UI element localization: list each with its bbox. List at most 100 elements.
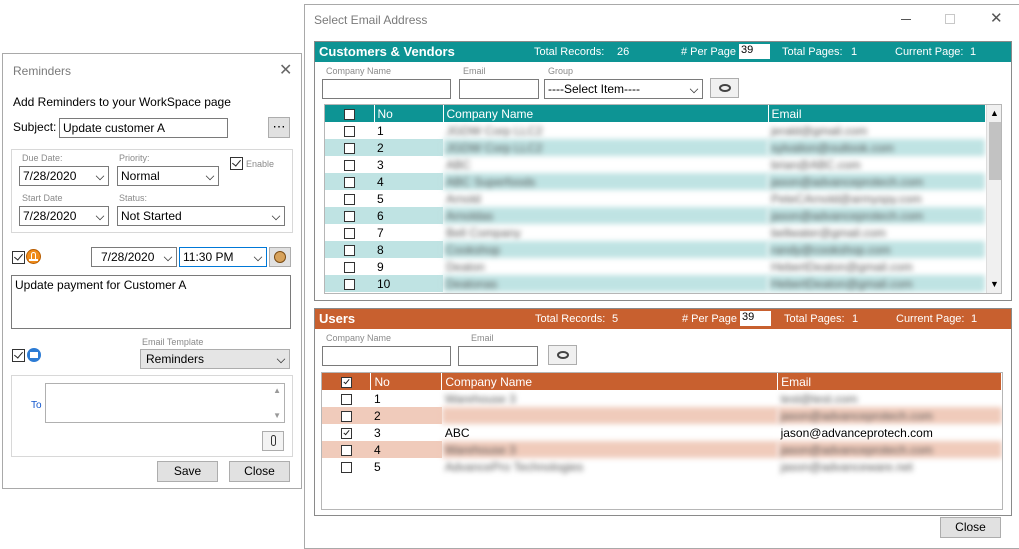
row-email: HebertDeaton@gmail.com xyxy=(771,259,913,274)
status-label: Status: xyxy=(119,193,148,203)
table-row[interactable]: 5 Arnold PeteCArnold@armyspy.com xyxy=(325,190,985,207)
customers-col-no[interactable]: No xyxy=(374,105,444,122)
table-row[interactable]: 3 ABC brian@ABC.com xyxy=(325,156,985,173)
scroll-down-icon[interactable]: ▼ xyxy=(273,411,281,420)
due-date-picker[interactable]: 7/28/2020 xyxy=(19,166,109,186)
users-email-label: Email xyxy=(471,333,494,343)
alarm-date-picker[interactable]: 7/28/2020 xyxy=(91,247,177,267)
customers-scrollbar[interactable]: ▲ ▼ xyxy=(986,105,1001,293)
row-checkbox-cell[interactable] xyxy=(325,156,374,173)
enable-checkbox[interactable] xyxy=(230,157,243,170)
row-company: ABC xyxy=(444,425,470,440)
alarm-settings-button[interactable] xyxy=(269,247,291,267)
row-checkbox-cell[interactable] xyxy=(322,390,371,407)
customers-total-pages: 1 xyxy=(851,46,858,58)
table-row[interactable]: 8 Cookshop randy@cookshop.com xyxy=(325,241,985,258)
users-total-records: 5 xyxy=(612,313,619,325)
alarm-date-value: 7/28/2020 xyxy=(101,250,155,264)
row-checkbox-cell[interactable] xyxy=(325,275,374,292)
table-row[interactable]: 7 Bell Company bellwater@gmail.com xyxy=(325,224,985,241)
priority-select[interactable]: Normal xyxy=(117,166,219,186)
customers-company-name-input[interactable] xyxy=(322,79,451,99)
table-row[interactable]: 3 ABC jason@advanceprotech.com xyxy=(322,424,1002,441)
customers-email-input[interactable] xyxy=(459,79,539,99)
row-checkbox-cell[interactable] xyxy=(325,241,374,258)
row-checkbox-cell[interactable] xyxy=(325,224,374,241)
select-email-close-button[interactable]: Close xyxy=(940,517,1001,538)
subject-input[interactable]: Update customer A xyxy=(59,118,228,138)
table-row[interactable]: 2 JGDW Corp LLC2 sylvalion@outlook.com xyxy=(325,139,985,156)
table-row[interactable]: 6 Arnoldas jason@advanceprotech.com xyxy=(325,207,985,224)
email-template-value: Reminders xyxy=(146,352,205,366)
row-checkbox-cell[interactable] xyxy=(325,122,374,139)
row-checkbox-cell[interactable] xyxy=(325,258,374,275)
status-select[interactable]: Not Started xyxy=(117,206,285,226)
row-no: 9 xyxy=(377,259,384,274)
row-no: 4 xyxy=(370,441,442,458)
customers-col-company[interactable]: Company Name xyxy=(443,105,769,122)
customers-current-page-label: Current Page: xyxy=(895,46,964,58)
scroll-up-icon[interactable]: ▲ xyxy=(273,386,281,395)
users-email-input[interactable] xyxy=(458,346,538,366)
email-checkbox[interactable] xyxy=(12,349,25,362)
row-company: Deatonas xyxy=(443,275,768,292)
row-checkbox-cell[interactable] xyxy=(325,173,374,190)
row-checkbox-cell[interactable] xyxy=(322,441,371,458)
row-checkbox-cell[interactable] xyxy=(322,424,371,441)
note-textarea[interactable]: Update payment for Customer A xyxy=(11,275,291,329)
customers-header-row: No Company Name Email xyxy=(325,105,986,122)
users-per-page-input[interactable]: 39 xyxy=(740,311,771,326)
customers-search-button[interactable] xyxy=(710,78,739,98)
save-button[interactable]: Save xyxy=(157,461,218,482)
users-col-no[interactable]: No xyxy=(370,373,443,390)
minimize-icon[interactable] xyxy=(901,19,911,20)
start-date-picker[interactable]: 7/28/2020 xyxy=(19,206,109,226)
table-row[interactable]: 1 JGDW Corp LLC2 jerald@gmail.com xyxy=(325,122,985,139)
row-checkbox-cell[interactable] xyxy=(325,139,374,156)
table-row[interactable]: 4 Warehouse 3 jason@advanceprotech.com xyxy=(322,441,1002,458)
table-row[interactable]: 9 Deaton HebertDeaton@gmail.com xyxy=(325,258,985,275)
users-search-button[interactable] xyxy=(548,345,577,365)
table-row[interactable]: 5 AdvancePro Technologies jason@advancewar… xyxy=(322,458,1002,475)
customers-select-all-cell[interactable] xyxy=(325,105,375,122)
row-checkbox-cell[interactable] xyxy=(325,190,374,207)
scroll-thumb[interactable] xyxy=(989,122,1001,180)
attach-button[interactable] xyxy=(262,431,284,451)
customers-col-email[interactable]: Email xyxy=(768,105,986,122)
users-current-page-label: Current Page: xyxy=(896,313,965,325)
maximize-icon xyxy=(945,14,955,24)
task-groupbox: Due Date: 7/28/2020 Priority: Normal Ena… xyxy=(11,149,293,233)
email-template-select[interactable]: Reminders xyxy=(140,349,290,369)
row-no: 2 xyxy=(370,407,442,424)
row-checkbox-cell[interactable] xyxy=(322,458,371,475)
users-header: Users Total Records: 5 # Per Page 39 Tot… xyxy=(315,309,1011,329)
row-company: AdvancePro Technologies xyxy=(444,459,584,474)
alarm-checkbox[interactable] xyxy=(12,251,25,264)
alarm-time-picker[interactable]: 11:30 PM xyxy=(179,247,267,267)
close-button[interactable]: Close xyxy=(229,461,290,482)
users-total-pages-label: Total Pages: xyxy=(784,313,845,325)
close-icon[interactable]: ✕ xyxy=(279,60,292,80)
users-select-all-cell[interactable] xyxy=(322,373,372,390)
scroll-up-icon[interactable]: ▲ xyxy=(990,108,999,118)
customers-per-page-input[interactable]: 39 xyxy=(739,44,770,59)
row-checkbox-cell[interactable] xyxy=(325,207,374,224)
scroll-down-icon[interactable]: ▼ xyxy=(990,279,999,289)
to-input[interactable]: ▲ ▼ xyxy=(45,383,285,423)
table-row[interactable]: 1 Warehouse 3 test@test.com xyxy=(322,390,1002,407)
customers-group-select[interactable]: ----Select Item---- xyxy=(544,79,703,99)
table-row[interactable]: 10 Deatonas HebertDeaton@gmail.com xyxy=(325,275,985,292)
table-row[interactable]: 2 jason@advanceprotech.com xyxy=(322,407,1002,424)
row-no: 3 xyxy=(373,425,381,440)
users-current-page: 1 xyxy=(971,313,978,325)
row-company: Deaton xyxy=(446,259,485,274)
close-icon[interactable]: ✕ xyxy=(990,9,1003,27)
users-col-company[interactable]: Company Name xyxy=(441,373,779,390)
start-date-label: Start Date xyxy=(22,193,63,203)
row-no: 3 xyxy=(377,157,384,172)
row-checkbox-cell[interactable] xyxy=(322,407,371,424)
table-row[interactable]: 4 ABC Superfoods jason@advanceprotech.com xyxy=(325,173,985,190)
users-company-name-input[interactable] xyxy=(322,346,451,366)
users-col-email[interactable]: Email xyxy=(777,373,1002,390)
subject-more-button[interactable]: ⋯ xyxy=(268,117,290,138)
